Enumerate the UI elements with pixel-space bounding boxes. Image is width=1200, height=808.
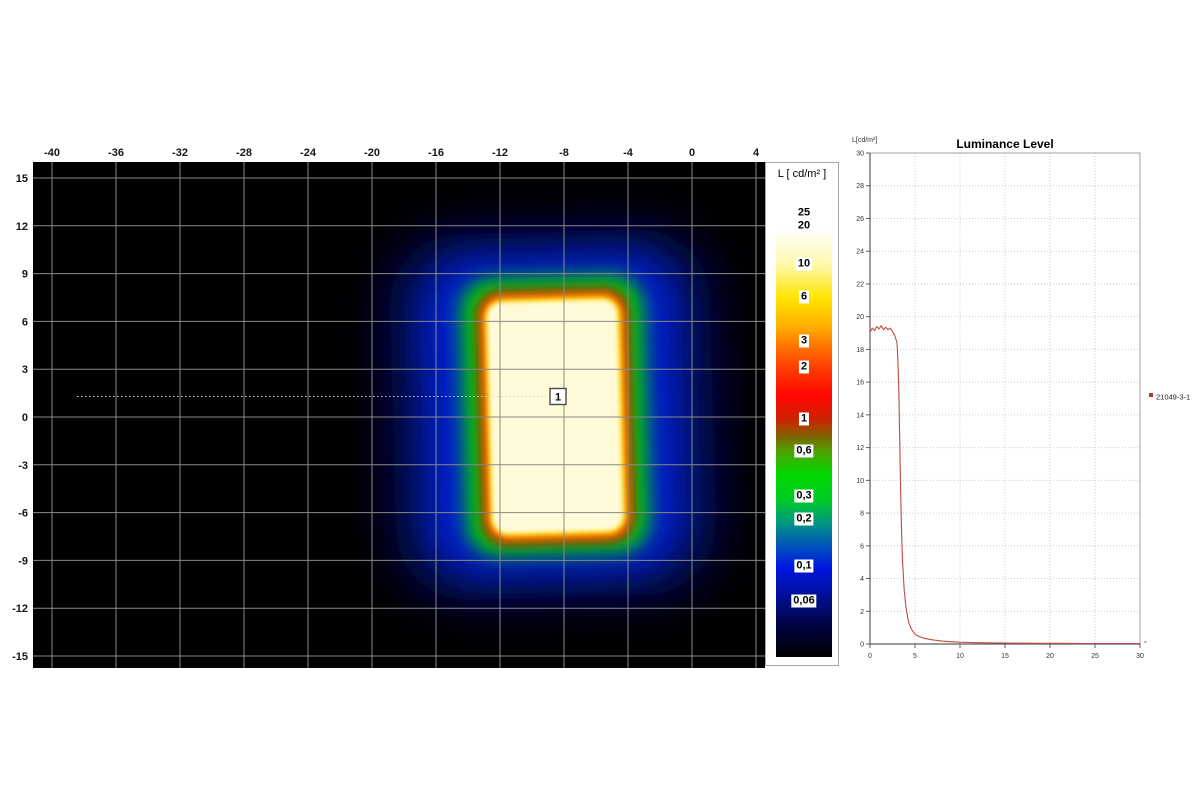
x-axis-unit-label: ° [1144,640,1147,648]
y-tick-label: 0 [860,642,864,649]
legend-label: 21049-3-1 [1156,393,1190,402]
y-tick-label: 10 [856,478,864,485]
y-tick-label: 9 [22,269,28,281]
x-tick-label: 0 [868,653,872,660]
y-tick-label: 2 [860,609,864,616]
colorbar-gradient: 25 20 10 6 3 2 1 0,6 0,3 0,2 0,1 0,06 [776,191,832,657]
x-tick-label: 20 [1046,653,1054,660]
x-tick-label: 10 [956,653,964,660]
colorbar-tick-label: 20 [795,219,813,233]
x-tick-label: 15 [1001,653,1009,660]
colorbar-tick-label: 0,6 [794,444,814,458]
measure-marker[interactable]: 1 [549,387,567,406]
y-tick-label: -12 [12,603,28,615]
x-tick-label: -28 [236,147,252,159]
y-tick-label: 4 [860,576,864,583]
linechart-generated: 0246810121416182022242628300 5 10 15 20 25 30 [856,151,1144,661]
y-tick-label: 26 [856,216,864,223]
colorbar-tick-label: 0,3 [794,489,814,503]
colorbar: L [ cd/m² ] 25 20 10 6 3 2 1 0,6 0,3 0,2 0,1 0,06 [765,162,839,666]
y-axis-unit-label: L[cd/m²] [852,137,877,144]
x-tick-label: -20 [364,147,380,159]
colorbar-tick-label: 1 [798,412,810,426]
y-tick-label: -6 [18,508,28,520]
falsecolor-generated: -40 -36 -32 -28 -24 -20 -16 -12 -8 -4 0 415129630-3… [12,147,765,668]
y-tick-label: 0 [22,412,28,424]
x-tick-label: -16 [428,147,444,159]
y-tick-label: 8 [860,511,864,518]
colorbar-tick-label: 2 [798,360,810,374]
y-tick-label: 24 [856,249,864,256]
colorbar-tick-label: 0,2 [794,512,814,526]
x-tick-label: -40 [44,147,60,159]
legend: 21049-3-1 [1149,393,1190,402]
y-tick-label: 6 [860,543,864,550]
y-tick-label: 12 [16,221,28,233]
y-tick-label: 15 [16,173,28,185]
x-tick-label: -8 [559,147,569,159]
y-tick-label: 12 [856,445,864,452]
x-tick-label: -4 [623,147,634,159]
y-tick-label: -15 [12,651,28,663]
x-tick-label: -32 [172,147,188,159]
x-tick-label: 4 [753,147,760,159]
y-tick-label: 22 [856,281,864,288]
y-tick-label: 6 [22,316,28,328]
luminance-blob [389,229,717,600]
y-tick-label: 28 [856,183,864,190]
x-tick-label: 30 [1136,653,1144,660]
y-tick-label: 16 [856,380,864,387]
x-tick-label: -12 [492,147,508,159]
colorbar-tick-label: 0,1 [794,559,814,573]
x-tick-label: -36 [108,147,124,159]
x-tick-label: 5 [913,653,917,660]
colorbar-tick-label: 25 [795,206,813,220]
colorbar-tick-label: 0,06 [791,594,817,608]
legend-swatch [1149,393,1153,397]
x-tick-label: 0 [689,147,695,159]
y-tick-label: 14 [856,412,864,419]
colorbar-tick-label: 10 [795,257,813,271]
luminance-measurement-screen: -40 -36 -32 -28 -24 -20 -16 -12 -8 -4 0 4 15 12 9 6 3 0 -3… [0,0,1200,808]
x-tick-label: -24 [300,147,317,159]
y-tick-label: -9 [18,555,28,567]
y-tick-label: 20 [856,314,864,321]
y-tick-label: -3 [18,460,28,472]
y-tick-label: 30 [856,151,864,158]
measure-marker-label: 1 [555,392,561,404]
colorbar-title: L [ cd/m² ] [777,168,827,180]
falsecolor-map: -40 -36 -32 -28 -24 -20 -16 -12 -8 -4 0 415129630-3… [12,147,765,668]
y-tick-label: 3 [22,364,28,376]
luminance-level-chart: 0246810121416182022242628300 5 10 15 20 25 30 … [852,137,1190,661]
chart-title: Luminance Level [956,137,1053,151]
x-tick-label: 25 [1091,653,1099,660]
y-tick-label: 18 [856,347,864,354]
colorbar-tick-label: 6 [798,290,810,304]
colorbar-tick-label: 3 [798,334,810,348]
